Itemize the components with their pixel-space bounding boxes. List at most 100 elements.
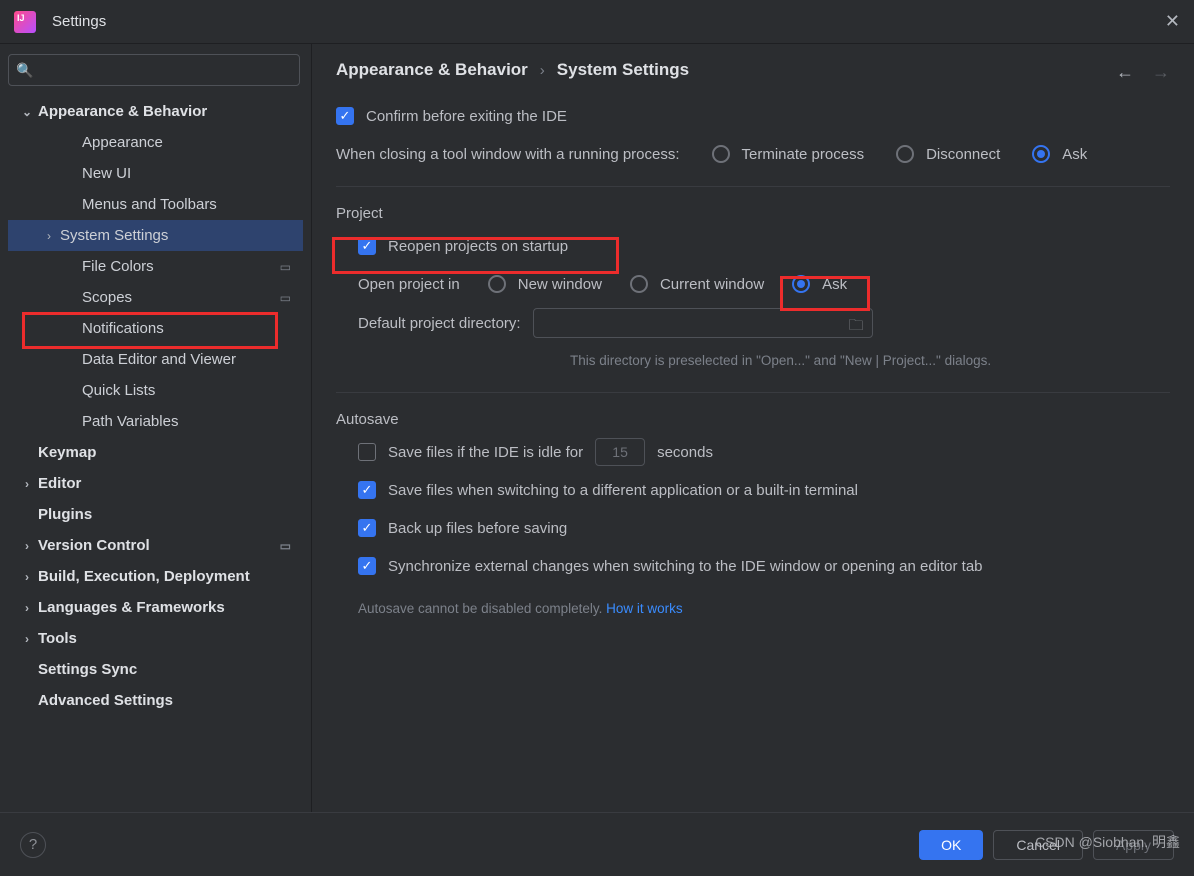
tree-item-label: Plugins [38, 506, 295, 523]
save-switch-label: Save files when switching to a different… [388, 482, 858, 499]
tree-item-label: Notifications [82, 320, 295, 337]
project-scope-icon: ▭ [280, 291, 291, 305]
ok-button[interactable]: OK [919, 830, 983, 860]
chevron-right-icon: › [16, 539, 38, 553]
autosave-hint: Autosave cannot be disabled completely. … [358, 601, 683, 616]
current-window-radio[interactable] [630, 275, 648, 293]
tree-item-label: Version Control [38, 537, 280, 554]
tree-item-label: Quick Lists [82, 382, 295, 399]
open-in-label: Open project in [358, 276, 460, 293]
tree-item-data-editor-and-viewer[interactable]: Data Editor and Viewer [8, 344, 303, 375]
tree-item-scopes[interactable]: Scopes▭ [8, 282, 303, 313]
tree-item-advanced-settings[interactable]: Advanced Settings [8, 685, 303, 716]
default-dir-label: Default project directory: [358, 315, 521, 332]
apply-button[interactable]: Apply [1093, 830, 1174, 860]
tree-item-settings-sync[interactable]: Settings Sync [8, 654, 303, 685]
cancel-button[interactable]: Cancel [993, 830, 1083, 860]
tree-item-file-colors[interactable]: File Colors▭ [8, 251, 303, 282]
backup-label: Back up files before saving [388, 520, 567, 537]
breadcrumb-part: Appearance & Behavior [336, 60, 528, 80]
close-icon[interactable]: ✕ [1165, 11, 1180, 32]
ask-open-label: Ask [822, 276, 847, 293]
tree-item-label: File Colors [82, 258, 280, 275]
chevron-down-icon: ⌄ [16, 105, 38, 119]
chevron-right-icon: › [16, 477, 38, 491]
disconnect-label: Disconnect [926, 146, 1000, 163]
tree-item-label: Appearance & Behavior [38, 103, 295, 120]
reopen-checkbox[interactable]: ✓ [358, 237, 376, 255]
footer: ? OK Cancel Apply [0, 812, 1194, 876]
tree-item-label: System Settings [60, 227, 295, 244]
app-icon [14, 11, 36, 33]
titlebar: Settings ✕ [0, 0, 1194, 44]
disconnect-radio[interactable] [896, 145, 914, 163]
new-window-radio[interactable] [488, 275, 506, 293]
tree-item-label: Menus and Toolbars [82, 196, 295, 213]
tree-item-languages-frameworks[interactable]: ›Languages & Frameworks [8, 592, 303, 623]
nav-arrows: ← → [1116, 62, 1170, 83]
tree-item-editor[interactable]: ›Editor [8, 468, 303, 499]
backup-checkbox[interactable]: ✓ [358, 519, 376, 537]
tree-item-label: Advanced Settings [38, 692, 295, 709]
folder-icon[interactable]: 🗀 [849, 315, 864, 340]
tree-item-appearance[interactable]: Appearance [8, 127, 303, 158]
tree-item-label: Settings Sync [38, 661, 295, 678]
tree-item-label: Build, Execution, Deployment [38, 568, 295, 585]
back-icon[interactable]: ← [1116, 62, 1134, 83]
window-title: Settings [52, 13, 106, 30]
tree-item-system-settings[interactable]: ›System Settings [8, 220, 303, 251]
terminate-label: Terminate process [742, 146, 865, 163]
chevron-right-icon: › [16, 570, 38, 584]
tree-item-new-ui[interactable]: New UI [8, 158, 303, 189]
tree-item-menus-and-toolbars[interactable]: Menus and Toolbars [8, 189, 303, 220]
tree-item-label: Keymap [38, 444, 295, 461]
tree-item-tools[interactable]: ›Tools [8, 623, 303, 654]
confirm-exit-label: Confirm before exiting the IDE [366, 108, 567, 125]
breadcrumb-separator: › [540, 62, 545, 79]
default-dir-input[interactable]: 🗀 [533, 308, 873, 338]
tree-item-label: Editor [38, 475, 295, 492]
how-it-works-link[interactable]: How it works [606, 601, 683, 616]
tree-item-notifications[interactable]: Notifications [8, 313, 303, 344]
tree-item-build-execution-deployment[interactable]: ›Build, Execution, Deployment [8, 561, 303, 592]
tree-item-label: Languages & Frameworks [38, 599, 295, 616]
tree-item-path-variables[interactable]: Path Variables [8, 406, 303, 437]
sidebar: 🔍 ⌄Appearance & BehaviorAppearanceNew UI… [0, 44, 312, 812]
tree-item-keymap[interactable]: Keymap [8, 437, 303, 468]
ask-close-label: Ask [1062, 146, 1087, 163]
help-button[interactable]: ? [20, 832, 46, 858]
breadcrumb-part: System Settings [557, 60, 689, 80]
idle-prefix: Save files if the IDE is idle for [388, 444, 583, 461]
confirm-exit-checkbox[interactable]: ✓ [336, 107, 354, 125]
project-scope-icon: ▭ [280, 539, 291, 553]
tree-item-label: Tools [38, 630, 295, 647]
terminate-radio[interactable] [712, 145, 730, 163]
tree-item-label: Scopes [82, 289, 280, 306]
project-section-title: Project [336, 205, 1170, 222]
default-dir-hint: This directory is preselected in "Open..… [570, 353, 991, 368]
tree-item-version-control[interactable]: ›Version Control▭ [8, 530, 303, 561]
chevron-right-icon: › [38, 229, 60, 243]
tree-item-label: New UI [82, 165, 295, 182]
search-input[interactable] [8, 54, 300, 86]
tree-item-quick-lists[interactable]: Quick Lists [8, 375, 303, 406]
breadcrumb: Appearance & Behavior › System Settings [336, 60, 1170, 80]
sync-label: Synchronize external changes when switch… [388, 558, 983, 575]
ask-close-radio[interactable] [1032, 145, 1050, 163]
tree-item-label: Path Variables [82, 413, 295, 430]
save-switch-checkbox[interactable]: ✓ [358, 481, 376, 499]
sync-checkbox[interactable]: ✓ [358, 557, 376, 575]
idle-suffix: seconds [657, 444, 713, 461]
idle-seconds-input[interactable] [595, 438, 645, 466]
settings-tree: ⌄Appearance & Behavior Appearance New UI Me… [8, 96, 303, 716]
tree-item-appearance-behavior[interactable]: ⌄Appearance & Behavior [8, 96, 303, 127]
tree-item-label: Appearance [82, 134, 295, 151]
reopen-label: Reopen projects on startup [388, 238, 568, 255]
new-window-label: New window [518, 276, 602, 293]
tree-item-plugins[interactable]: Plugins [8, 499, 303, 530]
chevron-right-icon: › [16, 601, 38, 615]
current-window-label: Current window [660, 276, 764, 293]
project-scope-icon: ▭ [280, 260, 291, 274]
idle-save-checkbox[interactable] [358, 443, 376, 461]
ask-open-radio[interactable] [792, 275, 810, 293]
